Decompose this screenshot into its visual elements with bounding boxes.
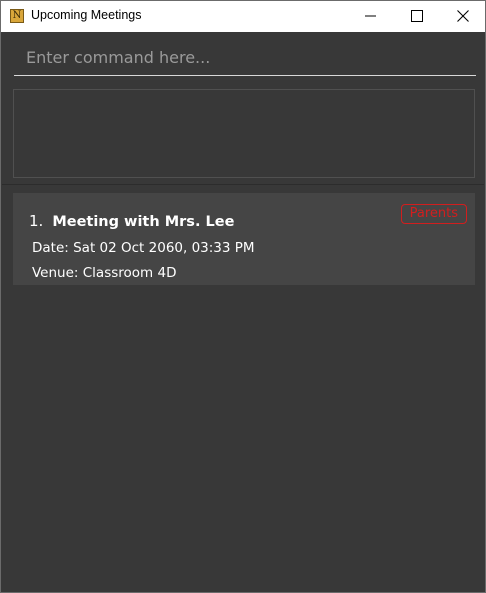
app-window: N Upcoming Meetings 1. Meeting with Mrs. … [0, 0, 486, 593]
minimize-button[interactable] [348, 1, 394, 32]
meeting-title: Meeting with Mrs. Lee [52, 214, 235, 230]
meeting-venue: Venue: Classroom 4D [32, 265, 177, 281]
maximize-button[interactable] [394, 1, 440, 32]
command-box [2, 32, 484, 86]
maximize-icon [411, 10, 423, 22]
result-display[interactable] [13, 89, 475, 178]
tag-badge: Parents [400, 204, 467, 224]
app-n-icon: N [10, 9, 24, 23]
close-button[interactable] [440, 1, 486, 32]
command-input[interactable] [14, 40, 476, 76]
minimize-icon [365, 15, 376, 17]
window-title: Upcoming Meetings [31, 8, 142, 22]
close-icon [457, 10, 469, 22]
meeting-index: 1. [29, 212, 44, 230]
meeting-date: Date: Sat 02 Oct 2060, 03:33 PM [32, 240, 255, 256]
meeting-list[interactable]: 1. Meeting with Mrs. Lee Parents Date: Sa… [2, 185, 484, 591]
meeting-card[interactable]: 1. Meeting with Mrs. Lee Parents Date: Sa… [13, 193, 475, 285]
title-bar[interactable]: N Upcoming Meetings [1, 1, 485, 32]
meeting-title-row: 1. Meeting with Mrs. Lee [29, 212, 234, 230]
